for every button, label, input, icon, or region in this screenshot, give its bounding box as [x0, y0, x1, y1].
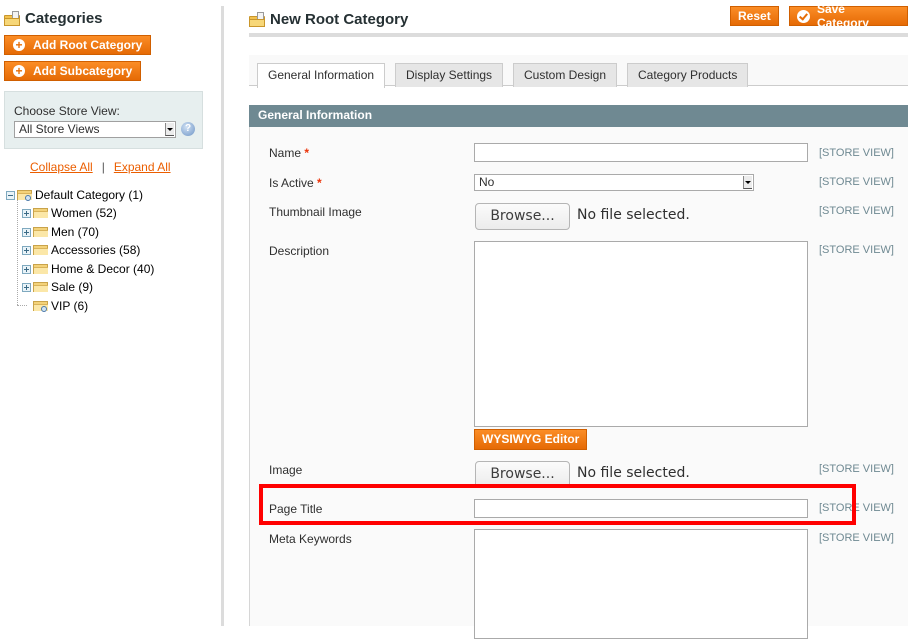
scope-label: [STORE VIEW] [819, 176, 894, 188]
tree-controls: Collapse All | Expand All [30, 160, 171, 174]
image-label: Image [269, 463, 303, 477]
expand-toggle-icon[interactable] [22, 282, 31, 292]
sidebar-title: Categories [4, 10, 103, 27]
expand-toggle-icon[interactable] [22, 264, 31, 274]
tab-category-products[interactable]: Category Products [627, 63, 749, 87]
folder-icon [33, 226, 49, 238]
help-icon[interactable]: ? [181, 122, 195, 136]
add-root-category-button[interactable]: + Add Root Category [4, 35, 152, 55]
page-title: New Root Category [249, 11, 408, 28]
plus-icon: + [13, 65, 25, 77]
collapse-all-link[interactable]: Collapse All [30, 160, 93, 174]
image-file-status: No file selected. [577, 465, 690, 481]
scope-label: [STORE VIEW] [819, 147, 894, 159]
page-title-text: New Root Category [270, 11, 409, 28]
tab-display-settings[interactable]: Display Settings [395, 63, 504, 87]
tree-node-default-category[interactable]: Default Category (1) [6, 188, 143, 202]
is-active-label-text: Is Active [269, 176, 314, 190]
tree-node-label: Sale (9) [51, 280, 94, 294]
tree-node-sale[interactable]: Sale (9) [22, 280, 93, 294]
reset-label: Reset [738, 9, 771, 23]
tree-node-label: Women (52) [51, 206, 117, 220]
tree-node-men[interactable]: Men (70) [22, 225, 99, 239]
category-sidebar: Categories + Add Root Category + Add Sub… [0, 0, 222, 626]
tree-node-label: Men (70) [51, 225, 100, 239]
is-active-value: No [479, 175, 495, 189]
description-textarea[interactable] [474, 241, 808, 427]
tree-node-home-decor[interactable]: Home & Decor (40) [22, 262, 154, 276]
scope-label: [STORE VIEW] [819, 502, 894, 514]
thumbnail-file-status: No file selected. [577, 207, 690, 223]
tree-connector [17, 305, 27, 306]
collapse-toggle-icon[interactable] [6, 190, 15, 200]
sidebar-divider [221, 6, 224, 626]
name-input[interactable] [474, 143, 808, 162]
link-separator: | [101, 160, 105, 174]
scope-label: [STORE VIEW] [819, 244, 894, 256]
tab-general-information[interactable]: General Information [257, 63, 386, 88]
name-label: Name * [269, 146, 309, 160]
store-view-label: Choose Store View: [14, 104, 120, 118]
add-subcategory-button[interactable]: + Add Subcategory [4, 61, 142, 81]
save-category-label: Save Category [816, 2, 869, 30]
expand-toggle-icon[interactable] [22, 227, 31, 237]
meta-keywords-label: Meta Keywords [269, 532, 352, 546]
expand-all-link[interactable]: Expand All [114, 160, 171, 174]
thumbnail-browse-button[interactable]: Browse... [475, 203, 570, 230]
tree-connector [17, 199, 18, 305]
thumbnail-image-label: Thumbnail Image [269, 205, 362, 219]
store-view-selected: All Store Views [19, 122, 100, 136]
tab-custom-design[interactable]: Custom Design [513, 63, 618, 87]
tree-node-label: VIP (6) [51, 299, 89, 313]
image-browse-button[interactable]: Browse... [475, 461, 570, 488]
root-folder-icon [17, 189, 33, 201]
tree-node-women[interactable]: Women (52) [22, 206, 117, 220]
folder-search-icon [33, 300, 49, 312]
section-header: General Information [249, 105, 908, 127]
required-marker: * [317, 176, 322, 190]
check-icon [797, 9, 810, 23]
tree-node-label: Accessories (58) [51, 243, 141, 257]
folder-icon [33, 281, 49, 293]
is-active-label: Is Active * [269, 176, 322, 190]
meta-keywords-textarea[interactable] [474, 529, 808, 639]
wysiwyg-editor-button[interactable]: WYSIWYG Editor [474, 429, 588, 450]
store-view-switcher: Choose Store View: All Store Views ? [4, 91, 203, 149]
description-label: Description [269, 244, 330, 258]
scope-label: [STORE VIEW] [819, 532, 894, 544]
expand-toggle-icon[interactable] [22, 245, 31, 255]
folder-icon [33, 244, 49, 256]
is-active-select[interactable]: No [474, 174, 754, 191]
required-marker: * [304, 146, 310, 160]
category-folder-icon [249, 11, 266, 28]
add-subcategory-label: Add Subcategory [33, 64, 133, 78]
reset-button[interactable]: Reset [730, 6, 779, 26]
plus-icon: + [13, 39, 25, 51]
tree-node-label: Home & Decor (40) [51, 262, 155, 276]
tree-node-vip[interactable]: VIP (6) [33, 299, 88, 313]
expand-toggle-icon[interactable] [22, 208, 31, 218]
name-label-text: Name [269, 146, 302, 160]
sidebar-title-text: Categories [25, 10, 103, 27]
tree-node-label: Default Category (1) [35, 188, 144, 202]
save-category-button[interactable]: Save Category [789, 2, 908, 30]
scope-label: [STORE VIEW] [819, 205, 894, 217]
title-divider [249, 33, 908, 37]
categories-folder-icon [4, 10, 21, 27]
chevron-down-icon [743, 176, 752, 189]
page-title-input[interactable] [474, 499, 808, 518]
add-root-category-label: Add Root Category [33, 38, 143, 52]
store-view-select[interactable]: All Store Views [14, 121, 176, 138]
folder-icon [33, 263, 49, 275]
chevron-down-icon [165, 123, 174, 136]
tree-node-accessories[interactable]: Accessories (58) [22, 243, 140, 257]
page-title-label: Page Title [269, 502, 323, 516]
folder-icon [33, 207, 49, 219]
scope-label: [STORE VIEW] [819, 463, 894, 475]
